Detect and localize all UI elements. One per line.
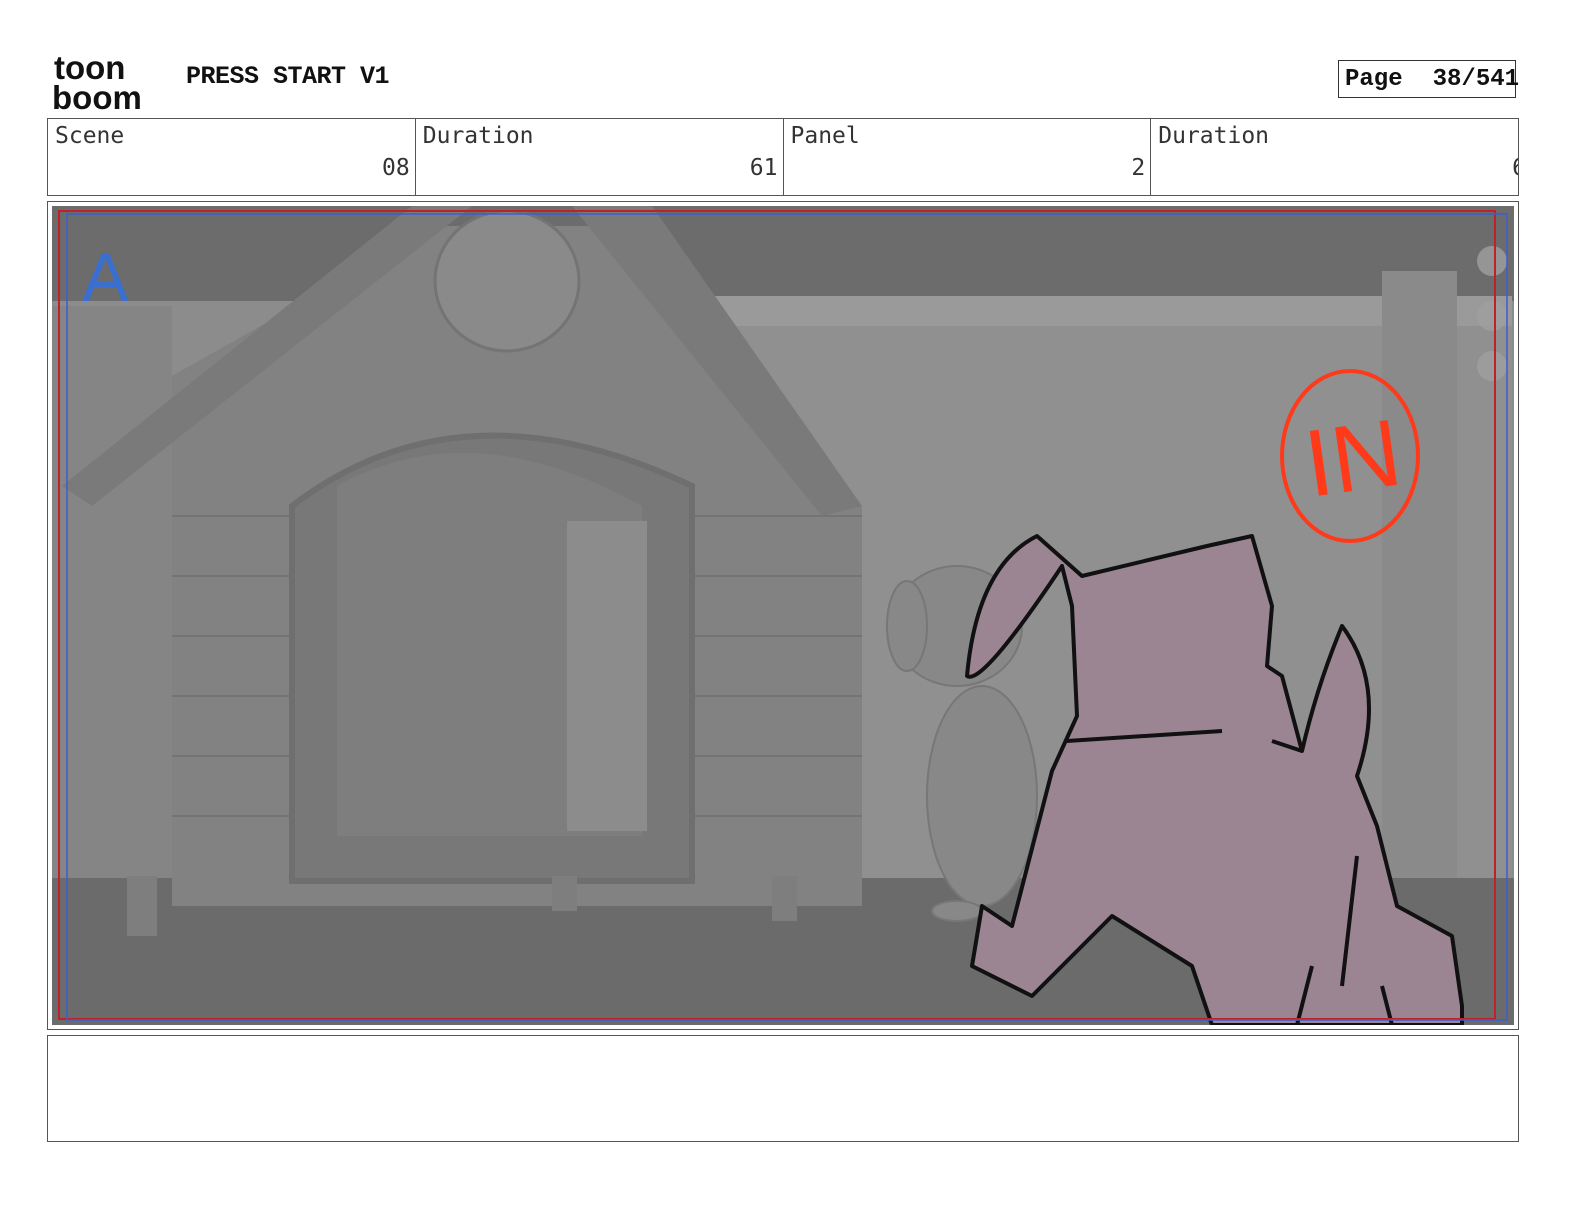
project-title: PRESS START V1	[186, 62, 390, 91]
rotate-tool-icon	[1477, 301, 1507, 331]
layer-marker: A	[82, 238, 129, 316]
panel-duration-value: 6	[1512, 155, 1518, 181]
page-label: Page	[1345, 65, 1403, 93]
scene-label: Scene	[55, 123, 125, 149]
scene-cell: Scene 08	[48, 119, 416, 195]
panel-cell: Panel 2	[784, 119, 1152, 195]
scene-value: 08	[382, 155, 410, 181]
fence-left	[52, 306, 172, 886]
logo-text-bottom: boom	[52, 79, 142, 112]
grid-tool-icon	[1477, 351, 1507, 381]
panel-value: 2	[1131, 155, 1146, 181]
back-wall-top	[52, 206, 1514, 301]
scene-duration-label: Duration	[422, 123, 534, 149]
annotation-text: IN	[1298, 400, 1407, 518]
roof-vent	[433, 209, 581, 353]
notes-box[interactable]	[47, 1035, 1519, 1142]
scene-duration-value: 61	[749, 155, 778, 181]
page-indicator: Page 38/541	[1338, 60, 1520, 98]
panel-label: Panel	[790, 123, 860, 149]
fence-post-right	[1382, 271, 1457, 886]
scene-duration-cell: Duration 61	[416, 119, 784, 195]
panel-duration-cell: Duration 6	[1151, 119, 1518, 195]
panel-info-row: Scene 08 Duration 61 Panel 2 Duration 6	[47, 118, 1519, 196]
panel-duration-label: Duration	[1158, 123, 1270, 149]
door-panel	[567, 521, 647, 831]
toonboom-logo: toon boom	[52, 52, 142, 112]
storyboard-panel-image: A IN	[52, 206, 1514, 1025]
page-value: 38/541	[1432, 65, 1520, 93]
hand-tool-icon	[1477, 246, 1507, 276]
